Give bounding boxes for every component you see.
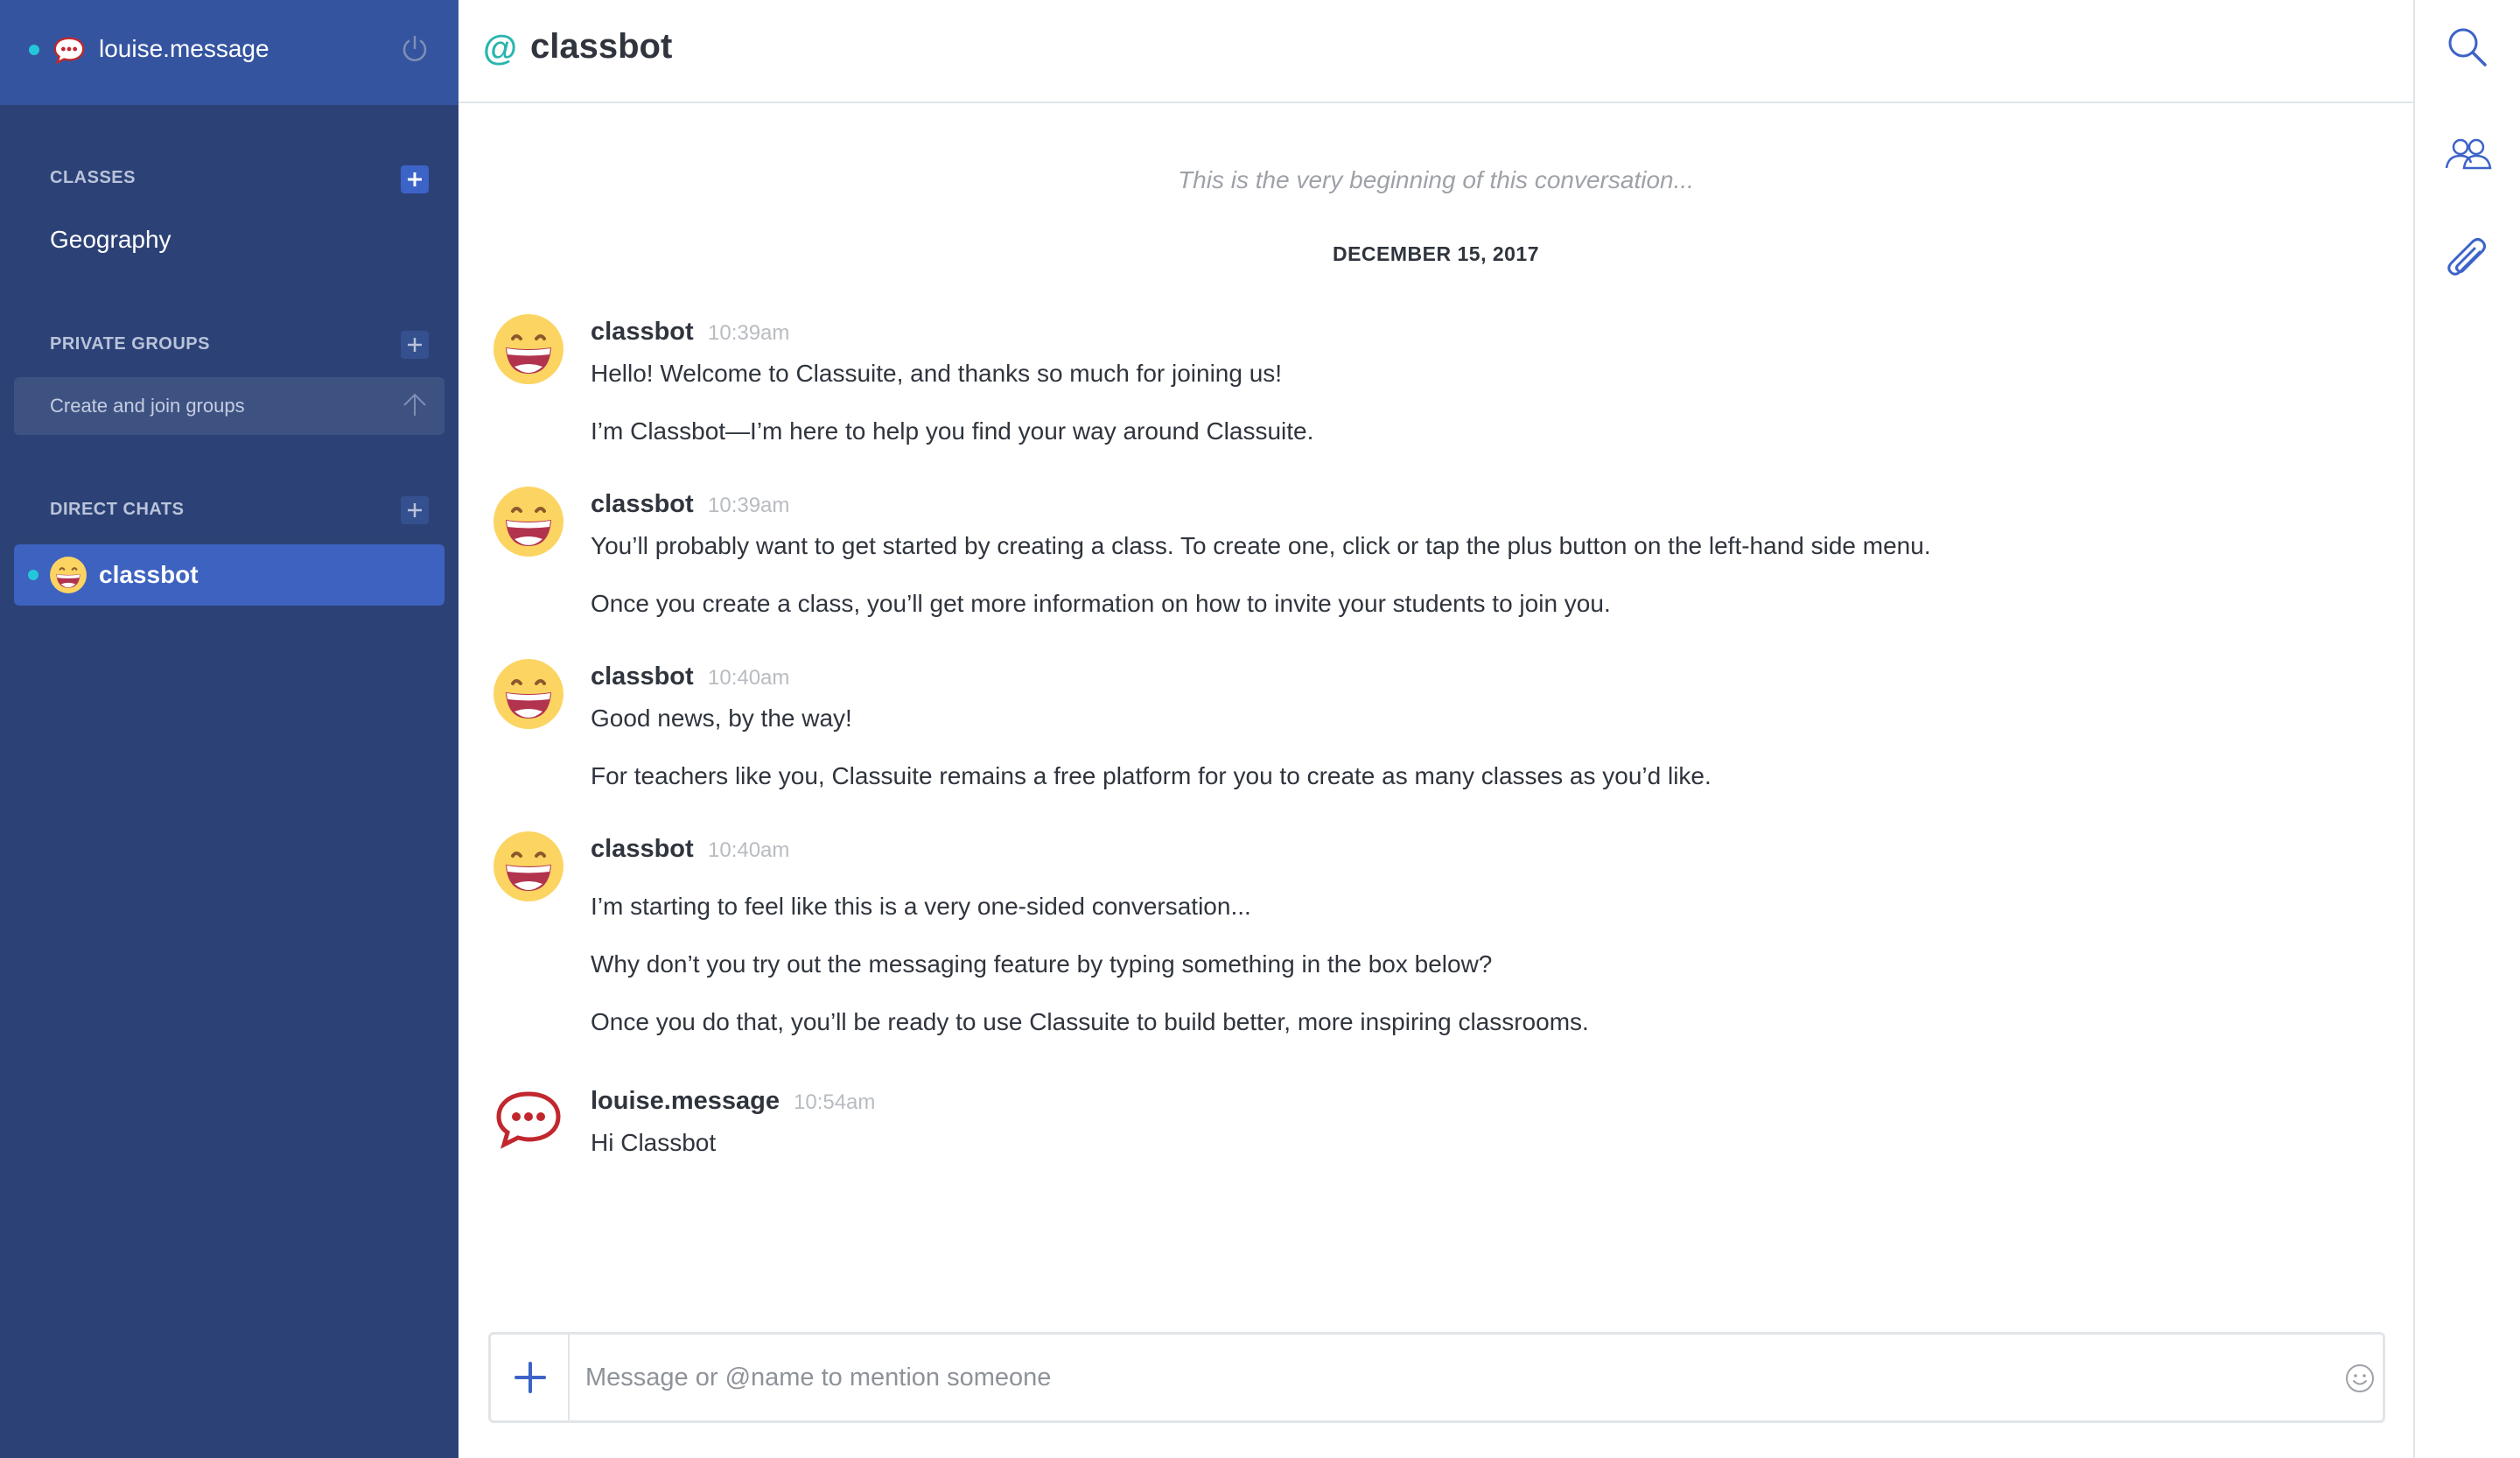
section-title-direct-chats: DIRECT CHATS xyxy=(50,500,185,519)
room-title: classbot xyxy=(530,27,673,66)
search-icon[interactable] xyxy=(2441,21,2494,74)
plus-icon xyxy=(408,172,422,186)
message-username[interactable]: louise.message xyxy=(591,1083,780,1118)
add-group-button[interactable] xyxy=(401,331,429,359)
online-status-dot xyxy=(29,45,39,55)
sidebar-item-geography[interactable]: Geography xyxy=(50,222,172,257)
arrow-up-icon xyxy=(403,393,426,416)
sidebar-header[interactable]: louise.message xyxy=(0,0,458,105)
message-composer xyxy=(488,1332,2385,1423)
message-text: For teachers like you, Classuite remains… xyxy=(591,762,1712,789)
rocket-chat-logo-icon[interactable] xyxy=(492,1082,565,1155)
sidebar-item-classbot[interactable]: classbot xyxy=(14,544,444,606)
message-text: Hello! Welcome to Classuite, and thanks … xyxy=(591,360,1283,387)
message-text: Why don’t you try out the messaging feat… xyxy=(591,950,1493,978)
plus-icon xyxy=(408,503,422,517)
room-header: @ classbot xyxy=(458,0,2413,103)
add-direct-chat-button[interactable] xyxy=(401,496,429,524)
smiley-icon[interactable] xyxy=(2344,1363,2376,1394)
right-toolbar xyxy=(2413,0,2520,1458)
message-username[interactable]: classbot xyxy=(591,831,694,866)
message-timestamp: 10:40am xyxy=(708,838,790,862)
paperclip-icon[interactable] xyxy=(2441,235,2494,287)
message-text: You’ll probably want to get started by c… xyxy=(591,532,1931,559)
message-timestamp: 10:39am xyxy=(708,494,790,517)
section-title-classes: CLASSES xyxy=(50,168,136,187)
plus-icon xyxy=(514,1362,546,1393)
message-text: Once you create a class, you’ll get more… xyxy=(591,590,1611,617)
current-username[interactable]: louise.message xyxy=(99,32,270,67)
add-class-button[interactable] xyxy=(401,165,429,193)
message-text: Hi Classbot xyxy=(591,1129,717,1156)
message-username[interactable]: classbot xyxy=(591,314,694,349)
message-timestamp: 10:39am xyxy=(708,321,790,345)
message-text: Good news, by the way! xyxy=(591,704,852,732)
grinning-face-icon[interactable] xyxy=(492,312,565,386)
members-icon[interactable] xyxy=(2441,128,2494,180)
message-text: I’m Classbot—I’m here to help you find y… xyxy=(591,417,1314,445)
direct-message-at-icon: @ xyxy=(483,29,518,67)
message-timestamp: 10:40am xyxy=(708,666,790,690)
create-join-groups-prompt[interactable]: Create and join groups xyxy=(14,377,444,435)
date-separator: DECEMBER 15, 2017 xyxy=(1332,242,1540,265)
message-text: I’m starting to feel like this is a very… xyxy=(591,893,1251,920)
app-window: louise.message CLASSES Geography PRIVATE… xyxy=(0,0,2520,1458)
message-input[interactable] xyxy=(585,1357,2265,1398)
attach-plus-button[interactable] xyxy=(491,1335,570,1420)
online-status-dot xyxy=(28,570,38,580)
message-username[interactable]: classbot xyxy=(591,659,694,694)
grinning-face-icon xyxy=(49,556,88,594)
create-join-groups-label: Create and join groups xyxy=(50,395,245,417)
conversation-start-notice: This is the very beginning of this conve… xyxy=(1178,166,1694,193)
chat-main: @ classbot This is the very beginning of… xyxy=(458,0,2413,1458)
power-icon[interactable] xyxy=(399,33,430,65)
message-timestamp: 10:54am xyxy=(794,1090,876,1114)
section-title-private-groups: PRIVATE GROUPS xyxy=(50,334,210,354)
sidebar: louise.message CLASSES Geography PRIVATE… xyxy=(0,0,458,1458)
grinning-face-icon[interactable] xyxy=(492,485,565,558)
grinning-face-icon[interactable] xyxy=(492,657,565,731)
plus-icon xyxy=(408,338,422,352)
rocket-chat-logo-icon xyxy=(50,32,88,67)
sidebar-item-label: classbot xyxy=(99,561,199,588)
message-text: Once you do that, you’ll be ready to use… xyxy=(591,1008,1589,1035)
message-username[interactable]: classbot xyxy=(591,487,694,522)
grinning-face-icon[interactable] xyxy=(492,830,565,903)
